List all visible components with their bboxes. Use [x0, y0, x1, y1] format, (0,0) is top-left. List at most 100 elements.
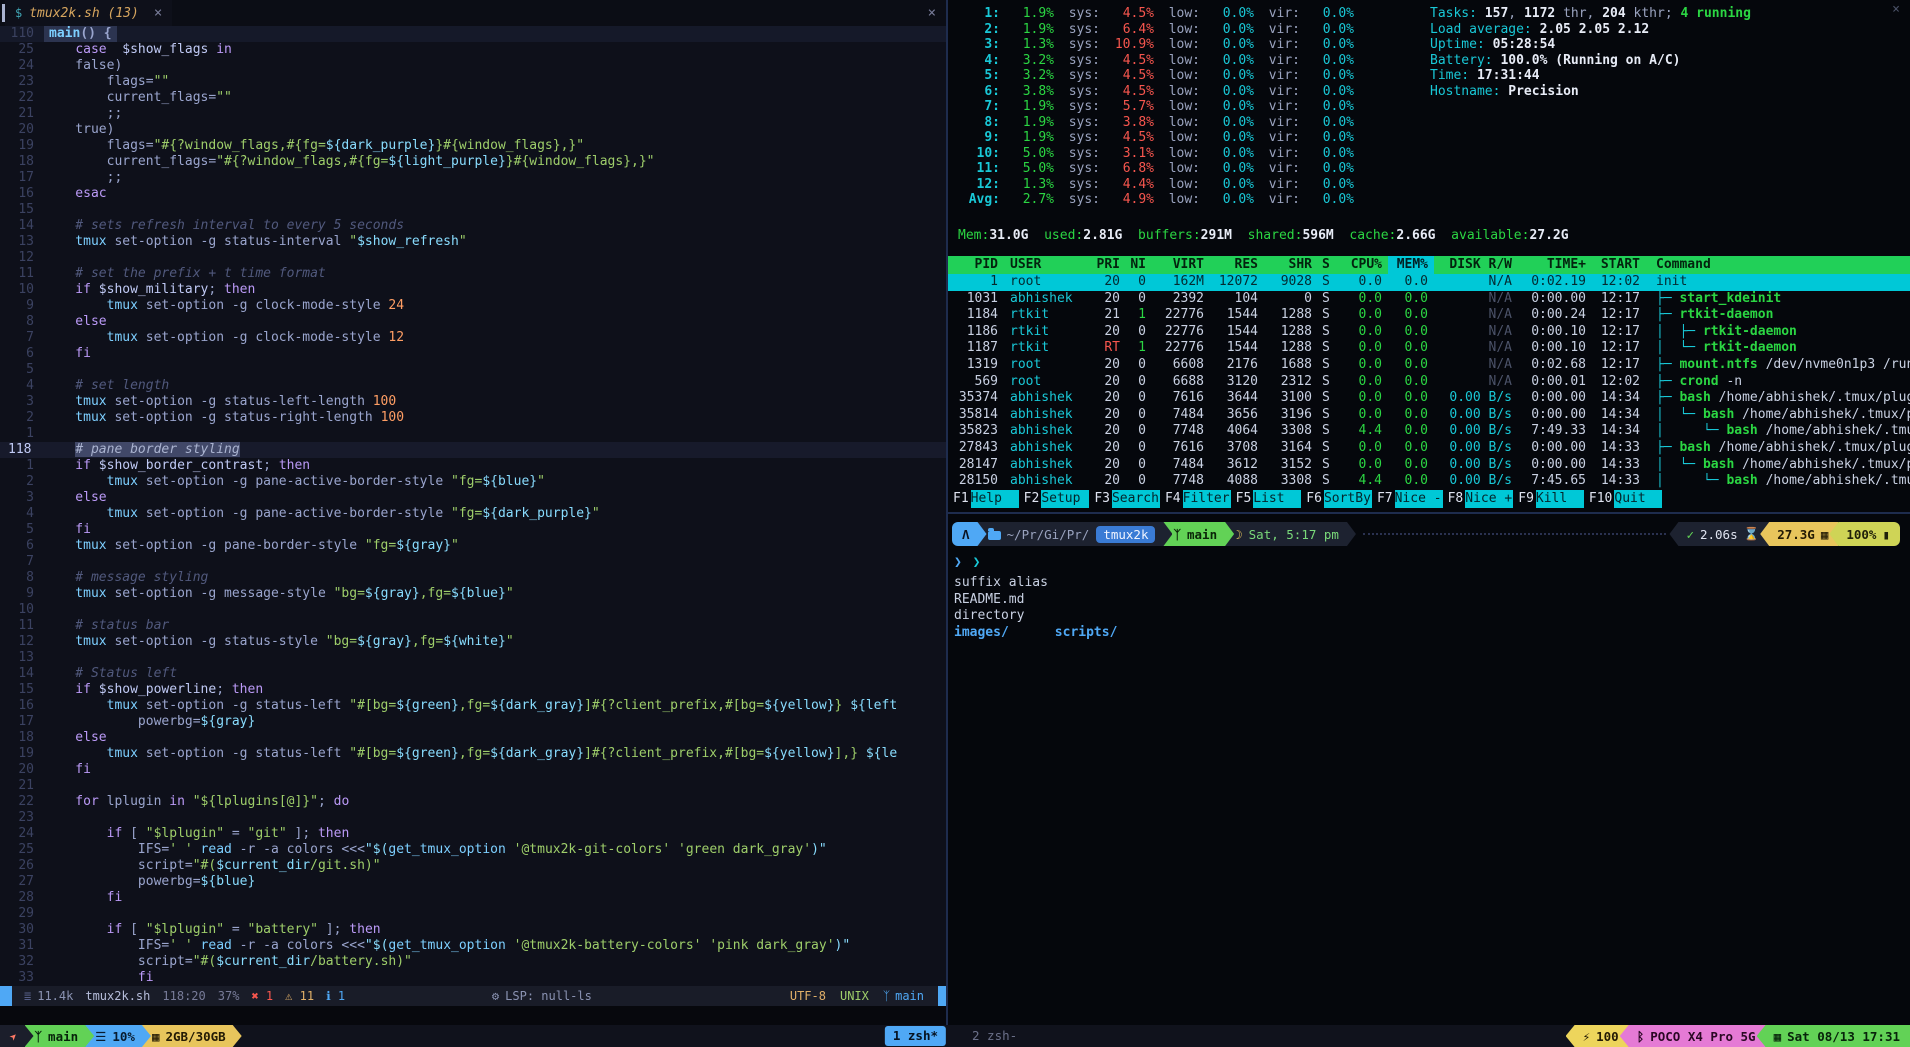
fkey-f7[interactable]: F7Nice -: [1372, 490, 1443, 508]
process-row[interactable]: 1319root200660821761688S0.00.0N/A0:02.68…: [948, 357, 1910, 374]
process-row[interactable]: 569root200668831202312S0.00.0N/A0:00.011…: [948, 374, 1910, 391]
fkey-f2[interactable]: F2Setup: [1019, 490, 1090, 508]
code-line[interactable]: 11 # status bar: [0, 618, 946, 634]
code-line[interactable]: 20 true): [0, 122, 946, 138]
code-line[interactable]: 13: [0, 650, 946, 666]
code-line[interactable]: 15 if $show_powerline; then: [0, 682, 946, 698]
code-line[interactable]: 8 else: [0, 314, 946, 330]
code-line[interactable]: 29: [0, 906, 946, 922]
prompt-input-line[interactable]: ❯ ❯: [954, 555, 1910, 571]
code-line[interactable]: 6 fi: [0, 346, 946, 362]
directory-link[interactable]: images/: [954, 625, 1009, 642]
code-line[interactable]: 21 ;;: [0, 106, 946, 122]
process-row[interactable]: 35374abhishek200761636443100S0.00.00.00 …: [948, 390, 1910, 407]
code-lines[interactable]: 25 case $show_flags in24 false)23 flags=…: [0, 42, 946, 986]
code-line[interactable]: 23: [0, 810, 946, 826]
code-line[interactable]: 8 # message styling: [0, 570, 946, 586]
code-line[interactable]: 16 tmux set-option -g status-left "#[bg=…: [0, 698, 946, 714]
code-line[interactable]: 9 tmux set-option -g message-style "bg=$…: [0, 586, 946, 602]
code-line[interactable]: 1 if $show_border_contrast; then: [0, 458, 946, 474]
code-line[interactable]: 2 tmux set-option -g status-right-length…: [0, 410, 946, 426]
process-row[interactable]: 1184rtkit2112277615441288S0.00.0N/A0:00.…: [948, 307, 1910, 324]
code-line[interactable]: 4 tmux set-option -g pane-active-border-…: [0, 506, 946, 522]
code-line[interactable]: 5: [0, 362, 946, 378]
process-row[interactable]: 1root200162M120729028S0.00.0N/A0:02.1912…: [948, 274, 1910, 291]
code-line[interactable]: 14 # Status left: [0, 666, 946, 682]
column-header[interactable]: START: [1592, 256, 1646, 274]
code-line[interactable]: 18 current_flags="#{?window_flags,#{fg=$…: [0, 154, 946, 170]
code-line[interactable]: 11 # set the prefix + t time format: [0, 266, 946, 282]
code-line[interactable]: 20 fi: [0, 762, 946, 778]
fkey-f9[interactable]: F9Kill: [1513, 490, 1584, 508]
code-line[interactable]: 7 tmux set-option -g clock-mode-style 12: [0, 330, 946, 346]
fkey-f8[interactable]: F8Nice +: [1443, 490, 1514, 508]
code-line[interactable]: 22 current_flags="": [0, 90, 946, 106]
code-line[interactable]: 5 fi: [0, 522, 946, 538]
column-header[interactable]: RES: [1210, 256, 1264, 274]
column-header[interactable]: PID: [948, 256, 1004, 274]
code-line[interactable]: 26 script="#($current_dir/git.sh)": [0, 858, 946, 874]
code-line[interactable]: 18 else: [0, 730, 946, 746]
code-line[interactable]: 3 tmux set-option -g status-left-length …: [0, 394, 946, 410]
code-line[interactable]: 2 tmux set-option -g pane-active-border-…: [0, 474, 946, 490]
code-line[interactable]: 24 false): [0, 58, 946, 74]
column-header[interactable]: TIME+: [1518, 256, 1592, 274]
buffer-close-icon[interactable]: ×: [154, 5, 162, 21]
directory-link[interactable]: scripts/: [1055, 625, 1118, 642]
code-line[interactable]: 12 tmux set-option -g status-style "bg=$…: [0, 634, 946, 650]
fkey-f10[interactable]: F10Quit: [1584, 490, 1662, 508]
code-line[interactable]: 33 fi: [0, 970, 946, 986]
column-header[interactable]: PRI: [1090, 256, 1126, 274]
buffer-tab[interactable]: $ tmux2k.sh (13) ×: [5, 0, 172, 26]
code-line[interactable]: 15: [0, 202, 946, 218]
code-line[interactable]: 32 script="#($current_dir/battery.sh)": [0, 954, 946, 970]
column-header[interactable]: MEM%: [1388, 256, 1434, 274]
process-row[interactable]: 35814abhishek200748436563196S0.00.00.00 …: [948, 407, 1910, 424]
fkey-f6[interactable]: F6SortBy: [1301, 490, 1372, 508]
code-line[interactable]: 7: [0, 554, 946, 570]
column-header[interactable]: S: [1318, 256, 1342, 274]
process-row[interactable]: 1187rtkitRT12277615441288S0.00.0N/A0:00.…: [948, 340, 1910, 357]
code-line[interactable]: 27 powerbg=${blue}: [0, 874, 946, 890]
code-line[interactable]: 12: [0, 250, 946, 266]
process-row[interactable]: 1186rtkit2002277615441288S0.00.0N/A0:00.…: [948, 324, 1910, 341]
process-row[interactable]: 27843abhishek200761637083164S0.00.00.00 …: [948, 440, 1910, 457]
code-line[interactable]: 16 esac: [0, 186, 946, 202]
code-line[interactable]: 1: [0, 426, 946, 442]
process-row[interactable]: 35823abhishek200774840643308S4.40.00.00 …: [948, 423, 1910, 440]
code-line[interactable]: 31 IFS=' ' read -r -a colors <<<"$(get_t…: [0, 938, 946, 954]
fkey-f1[interactable]: F1Help: [948, 490, 1019, 508]
fkey-f5[interactable]: F5List: [1231, 490, 1302, 508]
code-line[interactable]: 10: [0, 602, 946, 618]
tmux-window-active[interactable]: 1 zsh*: [885, 1026, 946, 1046]
process-row[interactable]: 28147abhishek200748436123152S0.00.00.00 …: [948, 457, 1910, 474]
tmux-window-inactive[interactable]: 2 zsh-: [964, 1026, 1025, 1046]
tmux-session-segment[interactable]: ᛉmain: [25, 1025, 95, 1047]
code-line[interactable]: 14 # sets refresh interval to every 5 se…: [0, 218, 946, 234]
code-line[interactable]: 21: [0, 778, 946, 794]
code-line[interactable]: 17 ;;: [0, 170, 946, 186]
process-row[interactable]: 28150abhishek200774840883308S4.40.00.00 …: [948, 473, 1910, 490]
editor-pane-close-icon[interactable]: ×: [928, 5, 936, 21]
terminal-pane[interactable]: Λ ~/Pr/Gi/Pr/ tmux2k ᛉmain ☽Sat, 5:17 pm…: [948, 514, 1910, 1025]
code-line[interactable]: 10 if $show_military; then: [0, 282, 946, 298]
editor-pane[interactable]: $ tmux2k.sh (13) × × 110 main() { 25 cas…: [0, 0, 946, 1025]
code-line[interactable]: 17 powerbg=${gray}: [0, 714, 946, 730]
column-header[interactable]: NI: [1126, 256, 1152, 274]
code-line[interactable]: 30 if [ "$lplugin" = "battery" ]; then: [0, 922, 946, 938]
htop-close-icon[interactable]: ×: [1892, 2, 1900, 17]
code-line[interactable]: 23 flags="": [0, 74, 946, 90]
htop-pane[interactable]: × 1:1.9%sys:4.5%low:0.0%vir:0.0%2:1.9%sy…: [948, 0, 1910, 512]
process-table[interactable]: PIDUSERPRINIVIRTRESSHRSCPU%MEM%DISK R/WT…: [948, 256, 1910, 490]
column-header[interactable]: VIRT: [1152, 256, 1210, 274]
code-line[interactable]: 6 tmux set-option -g pane-border-style "…: [0, 538, 946, 554]
process-row[interactable]: 1031abhishek20023921040S0.00.0N/A0:00.00…: [948, 291, 1910, 308]
code-line[interactable]: 28 fi: [0, 890, 946, 906]
code-line[interactable]: 9 tmux set-option -g clock-mode-style 24: [0, 298, 946, 314]
code-line[interactable]: 19 tmux set-option -g status-left "#[bg=…: [0, 746, 946, 762]
column-header[interactable]: CPU%: [1342, 256, 1388, 274]
code-line[interactable]: 22 for lplugin in "${lplugins[@]}"; do: [0, 794, 946, 810]
column-header[interactable]: SHR: [1264, 256, 1318, 274]
column-header[interactable]: DISK R/W: [1434, 256, 1518, 274]
code-line[interactable]: 25 case $show_flags in: [0, 42, 946, 58]
